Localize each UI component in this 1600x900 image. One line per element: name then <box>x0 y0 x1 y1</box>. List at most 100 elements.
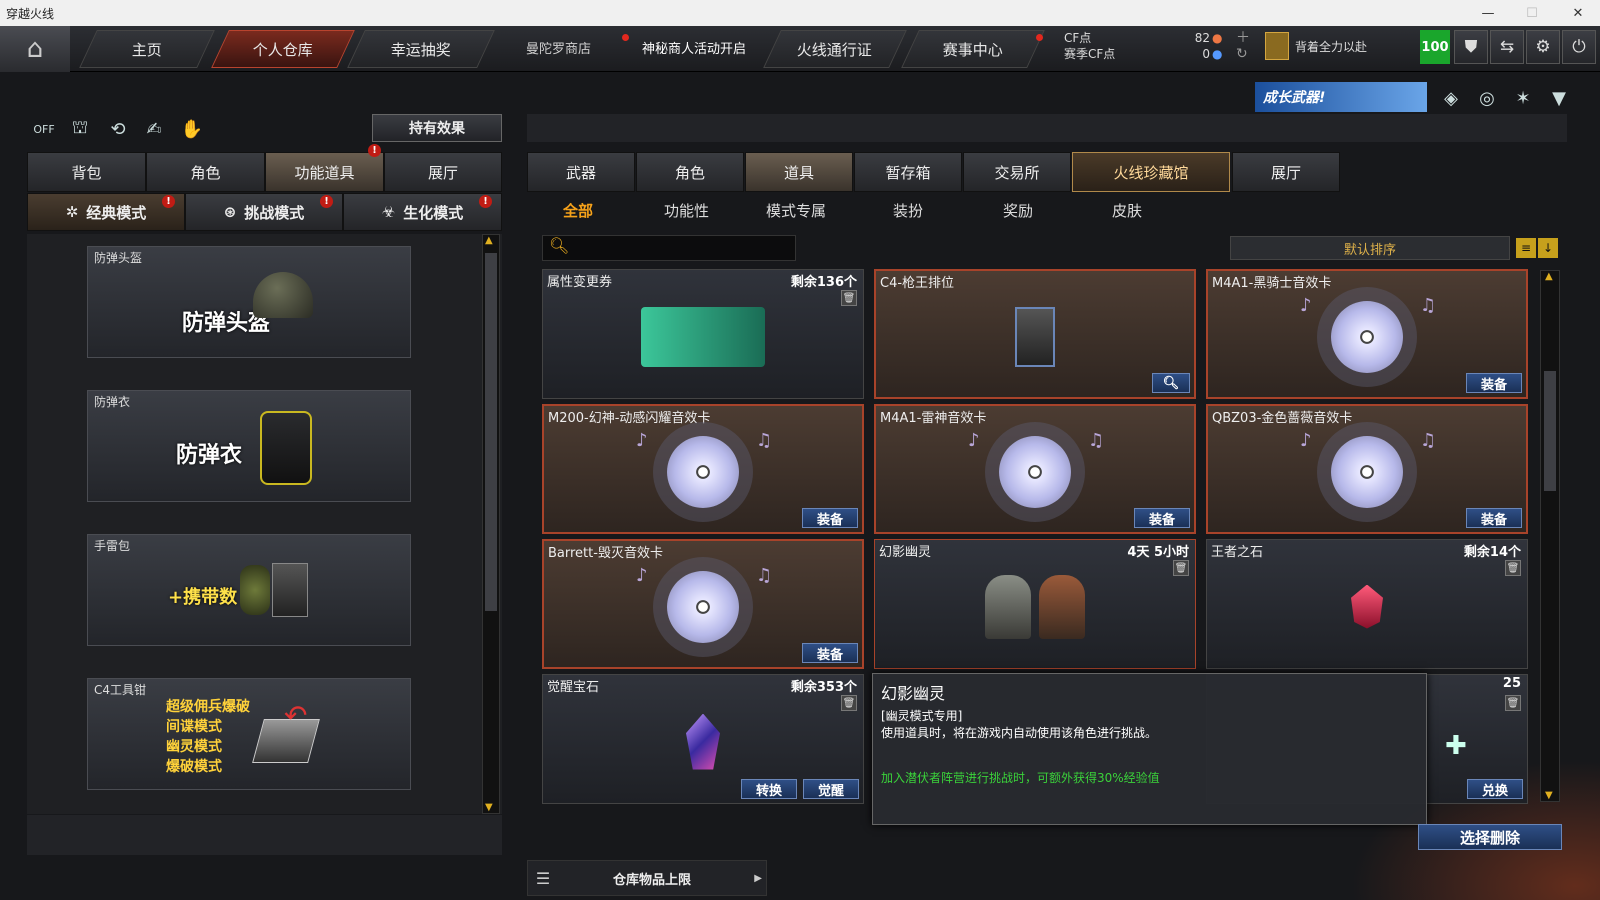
power-icon[interactable]: ⏻ <box>1562 30 1596 64</box>
history-icon[interactable]: ⟲ <box>104 115 132 143</box>
left-scroll-thumb[interactable] <box>485 253 497 611</box>
gift-icon[interactable]: ⛫ <box>66 115 94 143</box>
growth-weapon-banner[interactable]: 成长武器! <box>1255 82 1427 112</box>
exit-room-icon[interactable]: ⇆ <box>1490 30 1524 64</box>
sort-order-icon[interactable]: ↓ <box>1538 238 1558 258</box>
equip-button[interactable]: 装备 <box>1466 508 1522 528</box>
slot-grenade[interactable]: 手雷包 +携带数 <box>87 534 411 646</box>
right-tab-hall[interactable]: 展厅 <box>1232 152 1340 192</box>
exchange-button[interactable]: 兑换 <box>1467 779 1523 799</box>
trash-icon[interactable]: 🗑︎ <box>1505 695 1521 711</box>
glove-icon[interactable]: ✋ <box>178 115 206 143</box>
left-tab-hall[interactable]: 展厅 <box>384 152 502 192</box>
item-card[interactable]: 觉醒宝石 剩余353个 🗑︎ 转换 觉醒 <box>542 674 864 804</box>
mode-tab-bio[interactable]: ☣ 生化模式 <box>343 193 502 231</box>
item-card[interactable]: 幻影幽灵 4天 5小时 🗑︎ <box>874 539 1196 669</box>
globe-icon[interactable]: ◎ <box>1473 84 1501 112</box>
slot-vest[interactable]: 防弹衣 防弹衣 <box>87 390 411 502</box>
nav-tab-home[interactable]: 主页 <box>79 30 215 68</box>
item-scroll-thumb[interactable] <box>1544 371 1556 491</box>
item-card[interactable]: Barrett-毁灭音效卡 ♪ ♫ 装备 <box>542 539 864 669</box>
badge-icon[interactable]: ◈ <box>1437 84 1465 112</box>
add-cf-icon[interactable]: ＋ ↻ <box>1236 30 1250 62</box>
scroll-up-icon[interactable]: ▲ <box>485 235 493 246</box>
subtab-outfit[interactable]: 装扮 <box>893 200 923 221</box>
trash-icon[interactable]: 🗑︎ <box>841 290 857 306</box>
slot-helmet[interactable]: 防弹头盔 防弹头盔 <box>87 246 411 358</box>
minimize-button[interactable]: — <box>1466 0 1510 26</box>
disc-icon <box>1331 300 1403 373</box>
left-tab-role[interactable]: 角色 <box>146 152 265 192</box>
search-input[interactable]: 🔍︎ <box>542 235 796 261</box>
right-tab-items[interactable]: 道具 <box>745 152 853 192</box>
scroll-down-icon[interactable]: ▼ <box>485 802 493 813</box>
scroll-down-icon[interactable]: ▼ <box>1545 790 1553 801</box>
notification-dot <box>1036 34 1043 41</box>
scroll-up-icon[interactable]: ▲ <box>1545 271 1553 282</box>
nav-tab-pass[interactable]: 火线通行证 <box>763 30 907 68</box>
item-scrollbar[interactable]: ▲ ▼ <box>1540 270 1560 802</box>
equip-button[interactable]: 装备 <box>802 508 858 528</box>
left-scrollbar[interactable]: ▲ ▼ <box>482 234 500 814</box>
nav-tab-warehouse[interactable]: 个人仓库 <box>211 30 355 68</box>
trash-icon[interactable]: 🗑︎ <box>841 695 857 711</box>
expand-icon[interactable]: ▶ <box>754 873 762 884</box>
right-tab-exchange[interactable]: 交易所 <box>963 152 1071 192</box>
item-card[interactable]: C4-枪王排位 🔍︎ <box>874 269 1196 399</box>
slot-c4-pliers[interactable]: C4工具钳 超级佣兵爆破 间谍模式 幽灵模式 爆破模式 ↶ <box>87 678 411 790</box>
maximize-button[interactable]: ☐ <box>1510 0 1554 26</box>
equip-button[interactable]: 装备 <box>1466 373 1522 393</box>
right-tab-roles[interactable]: 角色 <box>636 152 744 192</box>
right-tab-weapons[interactable]: 武器 <box>527 152 635 192</box>
shield-icon[interactable]: ⛊ <box>1454 30 1488 64</box>
gear-icon[interactable]: ⚙ <box>1526 30 1560 64</box>
item-card[interactable]: QBZ03-金色蔷薇音效卡 ♪ ♫ 装备 <box>1206 404 1528 534</box>
left-tab-function[interactable]: 功能道具 <box>265 152 384 192</box>
purple-gem-icon <box>686 713 720 770</box>
nav-link-merchant[interactable]: 神秘商人活动开启 <box>642 38 746 57</box>
right-tab-storage[interactable]: 暂存箱 <box>854 152 962 192</box>
tooltip-title: 幻影幽灵 <box>881 684 946 703</box>
item-card[interactable]: M4A1-雷神音效卡 ♪ ♫ 装备 <box>874 404 1196 534</box>
close-button[interactable]: ✕ <box>1556 0 1600 26</box>
magnifier-button[interactable]: 🔍︎ <box>1152 373 1190 393</box>
subtab-functional[interactable]: 功能性 <box>664 200 709 221</box>
subtab-skin[interactable]: 皮肤 <box>1112 200 1142 221</box>
item-card[interactable]: M4A1-黑骑士音效卡 ♪ ♫ 装备 <box>1206 269 1528 399</box>
list-view-icon[interactable]: ≡ <box>1516 238 1536 258</box>
music-note-icon: ♪ <box>1300 430 1312 451</box>
nav-tab-events[interactable]: 赛事中心 <box>901 30 1045 68</box>
equip-button[interactable]: 装备 <box>802 643 858 663</box>
claw-icon[interactable]: ✶ <box>1509 84 1537 112</box>
equip-button[interactable]: 装备 <box>1134 508 1190 528</box>
nav-link-shop[interactable]: 曼陀罗商店 <box>526 38 591 57</box>
subtab-all[interactable]: 全部 <box>563 200 593 221</box>
c4-mode-list: 超级佣兵爆破 间谍模式 幽灵模式 爆破模式 <box>166 699 250 775</box>
emblem-icon[interactable]: ▼ <box>1545 84 1573 112</box>
trash-icon[interactable]: 🗑︎ <box>1173 560 1189 576</box>
nav-tab-lottery[interactable]: 幸运抽奖 <box>347 30 495 68</box>
ticket-icon <box>641 306 765 367</box>
convert-button[interactable]: 转换 <box>741 779 797 799</box>
select-delete-button[interactable]: 选择删除 <box>1418 824 1562 850</box>
capacity-bar[interactable]: ☰ 仓库物品上限 ▶ <box>527 860 767 896</box>
trash-icon[interactable]: 🗑︎ <box>1505 560 1521 576</box>
home-icon[interactable]: ⌂ <box>0 26 70 72</box>
subtab-mode[interactable]: 模式专属 <box>766 200 826 221</box>
disc-icon <box>999 435 1071 508</box>
item-card[interactable]: 王者之石 剩余14个 🗑︎ <box>1206 539 1528 669</box>
item-card[interactable]: M200-幻神-动感闪耀音效卡 ♪ ♫ 装备 <box>542 404 864 534</box>
item-card[interactable]: 属性变更券 剩余136个 🗑︎ <box>542 269 864 399</box>
left-tab-bag[interactable]: 背包 <box>27 152 146 192</box>
player-name: 背着全力以赴 <box>1295 40 1368 54</box>
held-effects-button[interactable]: 持有效果 <box>372 114 502 142</box>
sort-dropdown[interactable]: 默认排序 <box>1230 236 1510 260</box>
subtab-reward[interactable]: 奖励 <box>1003 200 1033 221</box>
toggle-off-icon[interactable]: OFF <box>30 115 58 143</box>
hand-icon[interactable]: ✍ <box>140 115 168 143</box>
right-tab-collection[interactable]: 火线珍藏馆 <box>1072 152 1230 192</box>
search-icon: 🔍︎ <box>549 236 570 255</box>
awaken-button[interactable]: 觉醒 <box>803 779 859 799</box>
music-note-icon: ♫ <box>1420 430 1437 451</box>
equipment-slot-panel: 防弹头盔 防弹头盔 防弹衣 防弹衣 手雷包 +携带数 C4工具钳 超级佣兵爆破 … <box>27 234 502 814</box>
